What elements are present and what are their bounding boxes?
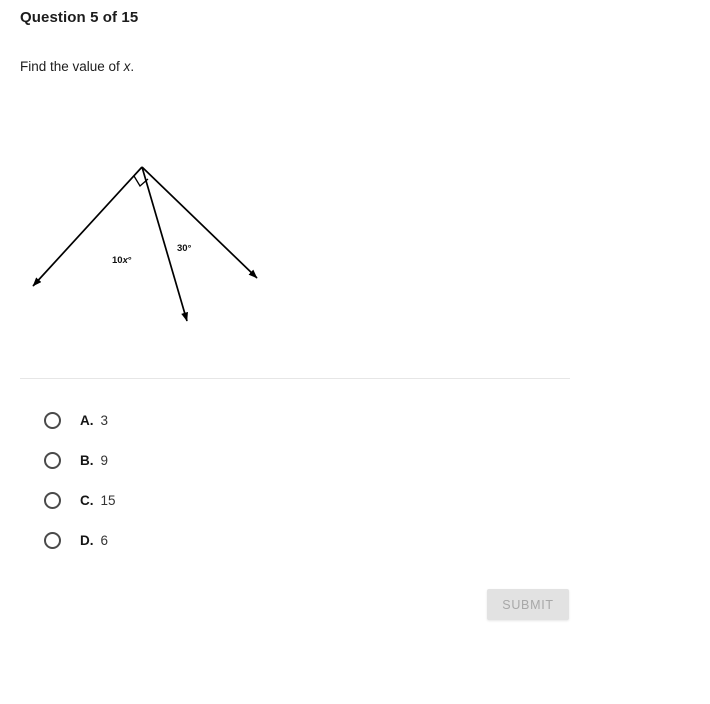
option-letter-a: A. — [80, 412, 94, 428]
option-letter-c: C. — [80, 492, 94, 508]
radio-option-a[interactable] — [44, 411, 61, 429]
page-title: Question 5 of 15 — [20, 9, 139, 26]
angle-label-10x: 10x° — [112, 255, 132, 266]
ray-left — [32, 166, 143, 287]
question-prompt: Find the value of x. — [20, 59, 134, 74]
radio-option-d[interactable] — [44, 531, 61, 549]
angle-label-30: 30° — [177, 243, 192, 254]
option-row-c[interactable]: C. 15 — [20, 480, 320, 520]
submit-button[interactable]: SUBMIT — [487, 589, 569, 620]
option-row-a[interactable]: A. 3 — [20, 400, 320, 440]
option-letter-b: B. — [80, 452, 94, 468]
angle-diagram-svg: 10x° 30° — [32, 166, 258, 322]
answer-options-list: A. 3 B. 9 C. 15 D. 6 — [20, 400, 320, 560]
option-row-d[interactable]: D. 6 — [20, 520, 320, 560]
ray-right — [141, 166, 258, 279]
radio-option-c[interactable] — [44, 491, 61, 509]
option-value-c: 15 — [100, 492, 116, 508]
option-value-b: 9 — [100, 452, 109, 468]
option-value-a: 3 — [100, 412, 109, 428]
prompt-text-after: . — [130, 59, 135, 74]
option-row-b[interactable]: B. 9 — [20, 440, 320, 480]
angle-label-10x-degree: ° — [128, 255, 132, 266]
option-letter-d: D. — [80, 532, 94, 548]
option-value-d: 6 — [100, 532, 109, 548]
section-divider — [20, 378, 570, 379]
angle-diagram: 10x° 30° — [0, 140, 300, 350]
prompt-text-before: Find the value of — [20, 59, 124, 74]
angle-label-10x-coefficient: 10 — [112, 255, 123, 266]
radio-option-b[interactable] — [44, 451, 61, 469]
